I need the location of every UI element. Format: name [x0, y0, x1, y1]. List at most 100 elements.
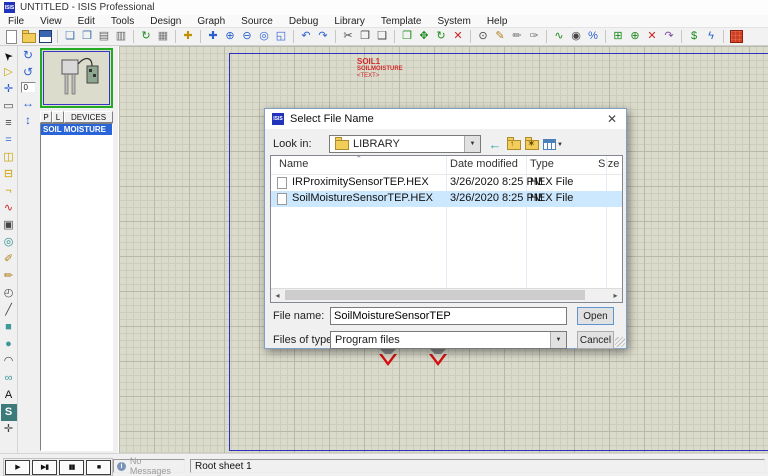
new-file-icon[interactable] — [3, 29, 19, 44]
remove-sheet-icon[interactable]: ✕ — [644, 29, 660, 44]
save-file-icon[interactable] — [37, 29, 53, 44]
back-icon[interactable]: ← — [487, 136, 503, 152]
box-2d-icon[interactable]: ■ — [1, 319, 17, 336]
subcircuit-icon[interactable]: ◫ — [1, 149, 17, 166]
netlist-to-ares-icon[interactable] — [728, 29, 744, 44]
cancel-button[interactable]: Cancel — [577, 331, 614, 349]
pan-icon[interactable]: ✚ — [205, 29, 221, 44]
zoom-area-icon[interactable]: ◱ — [273, 29, 289, 44]
origin-icon[interactable]: ✚ — [180, 29, 196, 44]
add-sheet-icon[interactable]: ⊕ — [627, 29, 643, 44]
voltage-probe-icon[interactable]: ✐ — [1, 251, 17, 268]
export-section-icon[interactable]: ❐ — [79, 29, 95, 44]
files-of-type-dropdown[interactable]: Program files ▼ — [330, 331, 567, 349]
pick-devices-button[interactable]: P — [40, 111, 52, 123]
mirror-horizontal-icon[interactable]: ↔ — [21, 96, 36, 110]
file-row[interactable]: IRProximitySensorTEP.HEX 3/26/2020 8:25 … — [271, 175, 622, 191]
bill-of-materials-icon[interactable]: $ — [686, 29, 702, 44]
menu-item[interactable]: Help — [479, 16, 516, 27]
virtual-instruments-icon[interactable]: ◴ — [1, 285, 17, 302]
grid-toggle-icon[interactable]: ▦ — [155, 29, 171, 44]
redo-icon[interactable]: ↷ — [315, 29, 331, 44]
resize-grip[interactable] — [615, 337, 625, 347]
rotation-angle-field[interactable]: 0 — [21, 82, 36, 93]
view-menu-icon[interactable] — [541, 136, 557, 152]
marker-2d-icon[interactable]: ✛ — [1, 421, 17, 438]
copy-icon[interactable]: ❐ — [357, 29, 373, 44]
make-device-icon[interactable]: ✎ — [492, 29, 508, 44]
new-sheet-icon[interactable]: ⊞ — [610, 29, 626, 44]
electrical-rule-check-icon[interactable]: ϟ — [703, 29, 719, 44]
rotate-clockwise-icon[interactable]: ↻ — [21, 48, 36, 62]
look-in-dropdown[interactable]: LIBRARY ▼ — [329, 135, 481, 153]
new-folder-icon[interactable]: ✶ — [523, 136, 539, 152]
device-list-item[interactable]: SOIL MOISTURE — [41, 124, 112, 135]
junction-dot-icon[interactable]: ✛ — [1, 81, 17, 98]
library-button[interactable]: L — [52, 111, 64, 123]
text-script-icon[interactable]: ≡ — [1, 115, 17, 132]
menu-item[interactable]: System — [429, 16, 478, 27]
horizontal-scrollbar[interactable]: ◂ ▸ — [271, 288, 622, 302]
menu-item[interactable]: File — [0, 16, 32, 27]
arc-2d-icon[interactable]: ◠ — [1, 353, 17, 370]
scroll-left-icon[interactable]: ◂ — [271, 289, 284, 301]
line-2d-icon[interactable]: ╱ — [1, 302, 17, 319]
text-2d-icon[interactable]: A — [1, 387, 17, 404]
file-name-input[interactable] — [330, 307, 567, 325]
component-mode-icon[interactable]: ▷ — [1, 64, 17, 81]
menu-item[interactable]: Edit — [70, 16, 103, 27]
bus-icon[interactable]: = — [1, 132, 17, 149]
menu-item[interactable]: Graph — [189, 16, 233, 27]
generator-mode-icon[interactable]: ◎ — [1, 234, 17, 251]
wire-label-icon[interactable]: ▭ — [1, 98, 17, 115]
menu-item[interactable]: Debug — [281, 16, 326, 27]
mirror-vertical-icon[interactable]: ↕ — [21, 113, 36, 127]
circle-2d-icon[interactable]: ● — [1, 336, 17, 353]
menu-item[interactable]: Library — [326, 16, 373, 27]
property-assignment-icon[interactable]: % — [585, 29, 601, 44]
column-header-date[interactable]: Date modified — [450, 158, 518, 170]
redraw-icon[interactable]: ↻ — [138, 29, 154, 44]
print-icon[interactable]: ▤ — [96, 29, 112, 44]
rotate-anticlockwise-icon[interactable]: ↺ — [21, 65, 36, 79]
up-one-level-icon[interactable]: ↑ — [505, 136, 521, 152]
view-menu-caret-icon[interactable]: ▼ — [557, 142, 563, 148]
step-button[interactable]: ▶▮ — [32, 460, 57, 475]
block-delete-icon[interactable]: ✕ — [450, 29, 466, 44]
terminal-mode-icon[interactable]: ⊟ — [1, 166, 17, 183]
column-header-size[interactable]: Size — [598, 158, 616, 170]
zoom-all-icon[interactable]: ◎ — [256, 29, 272, 44]
paste-icon[interactable]: ❑ — [374, 29, 390, 44]
goto-sheet-icon[interactable]: ↷ — [661, 29, 677, 44]
scrollbar-thumb[interactable] — [285, 290, 585, 300]
scroll-right-icon[interactable]: ▸ — [609, 289, 622, 301]
path-2d-icon[interactable]: ∞ — [1, 370, 17, 387]
decompose-icon[interactable]: ✑ — [526, 29, 542, 44]
column-header-type[interactable]: Type — [530, 158, 554, 170]
packaging-tool-icon[interactable]: ✏ — [509, 29, 525, 44]
zoom-out-icon[interactable]: ⊖ — [239, 29, 255, 44]
menu-item[interactable]: Tools — [103, 16, 142, 27]
selection-mode-icon[interactable]: ➤ — [1, 47, 17, 64]
pick-device-icon[interactable]: ⊙ — [475, 29, 491, 44]
menu-item[interactable]: View — [32, 16, 70, 27]
graph-mode-icon[interactable]: ∿ — [1, 200, 17, 217]
pause-button[interactable]: ▮▮ — [59, 460, 84, 475]
schematic-overview[interactable] — [40, 48, 113, 108]
menu-item[interactable]: Source — [233, 16, 281, 27]
column-header-name[interactable]: Name — [279, 158, 308, 170]
block-move-icon[interactable]: ✥ — [416, 29, 432, 44]
dropdown-caret-icon[interactable]: ▼ — [464, 136, 480, 152]
open-file-icon[interactable] — [20, 29, 36, 44]
current-probe-icon[interactable]: ✏ — [1, 268, 17, 285]
stop-button[interactable]: ■ — [86, 460, 111, 475]
play-button[interactable]: ▶ — [5, 460, 30, 475]
search-tag-icon[interactable]: ◉ — [568, 29, 584, 44]
import-section-icon[interactable]: ❏ — [62, 29, 78, 44]
block-rotate-icon[interactable]: ↻ — [433, 29, 449, 44]
zoom-in-icon[interactable]: ⊕ — [222, 29, 238, 44]
mark-output-area-icon[interactable]: ▥ — [113, 29, 129, 44]
file-row[interactable]: SoilMoistureSensorTEP.HEX 3/26/2020 8:25… — [271, 191, 622, 207]
symbol-2d-icon[interactable]: S — [1, 404, 17, 421]
cut-icon[interactable]: ✂ — [340, 29, 356, 44]
